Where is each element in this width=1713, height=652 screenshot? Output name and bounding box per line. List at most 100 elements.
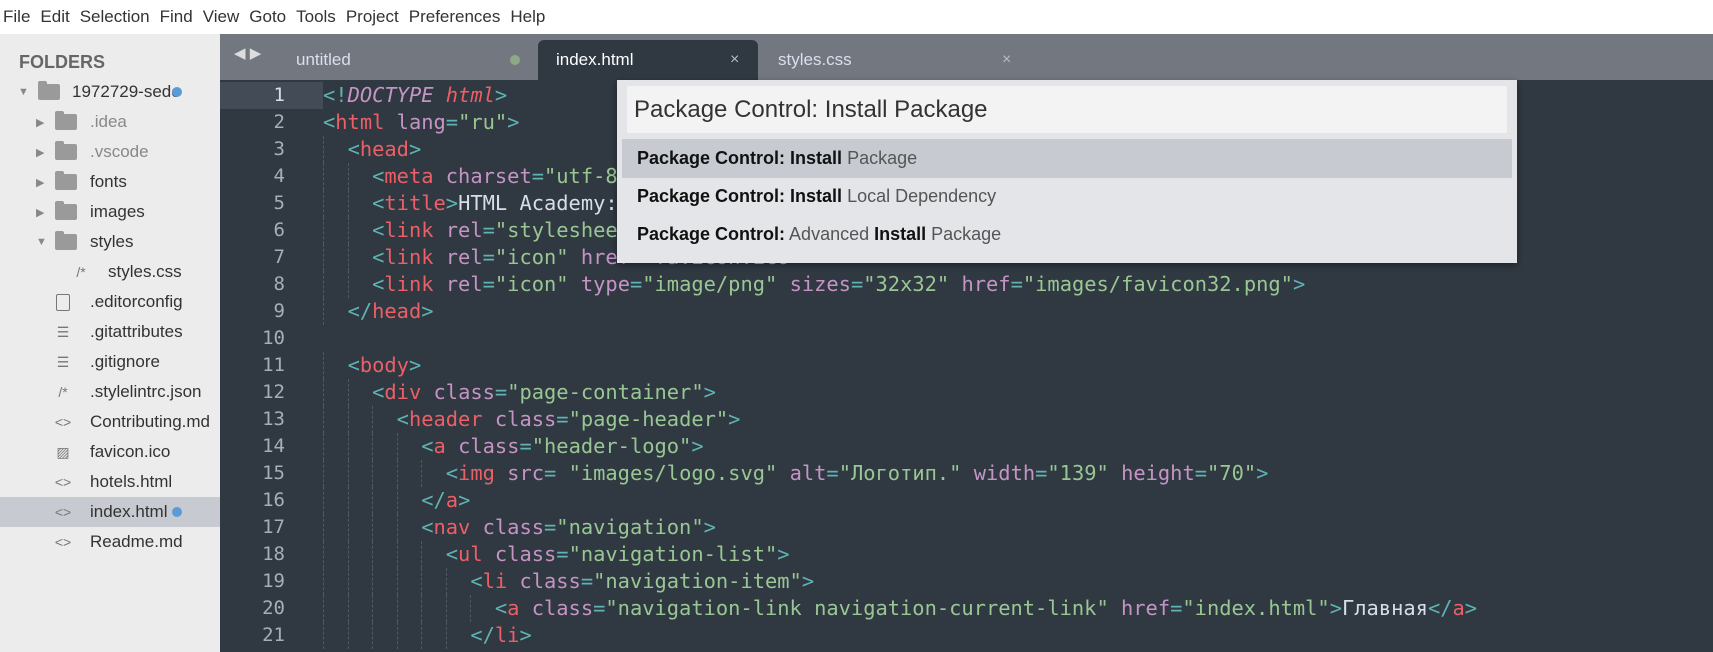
indent-guide xyxy=(347,271,349,298)
line-number: 5 xyxy=(273,192,285,214)
command-palette-result[interactable]: Package Control: Install Package xyxy=(622,139,1512,178)
chevron-right-icon[interactable]: ▶ xyxy=(36,146,44,159)
folder-icon xyxy=(55,141,77,161)
menu-edit[interactable]: Edit xyxy=(40,7,69,27)
sidebar-item[interactable]: ▼ styles xyxy=(0,227,220,257)
token-string: "ru" xyxy=(458,110,508,134)
sidebar-item[interactable]: ▼ 1972729-sedc xyxy=(0,77,220,107)
token-punct: = xyxy=(556,542,569,566)
sidebar-item[interactable]: ▨ favicon.ico xyxy=(0,437,220,467)
token-punct: < xyxy=(445,461,459,485)
token-punct: = xyxy=(482,272,495,296)
indent-guide xyxy=(421,460,423,487)
code-line: <li class="navigation-item"> xyxy=(323,568,814,595)
indent-guide xyxy=(323,622,324,649)
sidebar-item[interactable]: ▶ .vscode xyxy=(0,137,220,167)
menu-project[interactable]: Project xyxy=(346,7,399,27)
menu-help[interactable]: Help xyxy=(510,7,545,27)
token-tag: img xyxy=(458,461,495,485)
image-icon: ▨ xyxy=(56,443,70,460)
token-punct: = xyxy=(1170,596,1183,620)
indent-guide xyxy=(347,460,349,487)
tab-nav-arrows-icon[interactable]: ◀ ▶ xyxy=(234,44,261,62)
token-string: "images/logo.svg" xyxy=(568,461,778,485)
token-attribute: src xyxy=(507,461,545,485)
token-punct: > xyxy=(1292,272,1306,296)
menu-preferences[interactable]: Preferences xyxy=(409,7,501,27)
token-string: "image/png" xyxy=(642,272,778,296)
sidebar-item[interactable]: /* .stylelintrc.json xyxy=(0,377,220,407)
match-text: Package Control: xyxy=(637,224,786,244)
line-number: 13 xyxy=(262,408,285,430)
indent-guide xyxy=(323,460,324,487)
tab-index-html[interactable]: index.html × xyxy=(538,40,758,80)
menu-selection[interactable]: Selection xyxy=(80,7,150,27)
token-string: "navigation-item" xyxy=(593,569,802,593)
sidebar-item[interactable]: ▶ fonts xyxy=(0,167,220,197)
menu-find[interactable]: Find xyxy=(160,7,193,27)
code-line: <html lang="ru"> xyxy=(323,109,519,136)
indent-guide xyxy=(323,568,324,595)
folder-icon xyxy=(55,111,77,131)
token-punct: < xyxy=(445,542,459,566)
indent-guide xyxy=(445,622,447,649)
indent-guide xyxy=(372,595,374,622)
chevron-down-icon[interactable]: ▼ xyxy=(18,86,29,98)
indent-guide xyxy=(323,379,324,406)
sidebar-item[interactable]: ▶ images xyxy=(0,197,220,227)
token-punct: < xyxy=(372,218,385,242)
token-doctype: DOCTYPE xyxy=(347,83,434,107)
indent-guide xyxy=(372,460,374,487)
token-punct: > xyxy=(1464,596,1478,620)
folders-header: FOLDERS xyxy=(19,52,106,72)
token-punct: = xyxy=(445,110,459,134)
token-attribute: width xyxy=(973,461,1036,485)
match-text: Install xyxy=(874,224,927,244)
token-string: "index.html" xyxy=(1182,596,1330,620)
token-punct: = xyxy=(544,515,557,539)
tab-styles-css[interactable]: styles.css × xyxy=(760,40,1011,80)
sidebar-item[interactable]: ☰ .gitattributes xyxy=(0,317,220,347)
menu-tools[interactable]: Tools xyxy=(296,7,336,27)
close-tab-icon[interactable]: × xyxy=(1002,51,1011,69)
sidebar-item[interactable]: <> index.html xyxy=(0,497,220,527)
sidebar-item[interactable]: .editorconfig xyxy=(0,287,220,317)
sidebar-item-label: images xyxy=(90,202,145,221)
sidebar-item-label: .editorconfig xyxy=(90,292,183,311)
chevron-right-icon[interactable]: ▶ xyxy=(36,176,44,189)
tab-untitled[interactable]: untitled xyxy=(280,40,520,80)
menu-goto[interactable]: Goto xyxy=(249,7,286,27)
token-punct: = xyxy=(544,461,557,485)
menu-view[interactable]: View xyxy=(203,7,240,27)
close-tab-icon[interactable]: × xyxy=(730,51,739,69)
token-punct: > xyxy=(408,353,422,377)
sidebar-item[interactable]: <> hotels.html xyxy=(0,467,220,497)
sidebar-item[interactable]: /* styles.css xyxy=(0,257,220,287)
code-line: </a> xyxy=(323,487,470,514)
sidebar-item[interactable]: ☰ .gitignore xyxy=(0,347,220,377)
sidebar-item[interactable]: <> Readme.md xyxy=(0,527,220,557)
token-attribute: class xyxy=(494,407,557,431)
sidebar-item[interactable]: <> Contributing.md xyxy=(0,407,220,437)
token-tag: link xyxy=(384,272,434,296)
command-palette-input[interactable] xyxy=(627,86,1507,133)
token-string: "styleshee xyxy=(494,218,618,242)
chevron-right-icon[interactable]: ▶ xyxy=(36,206,44,219)
token-string: "header-logo" xyxy=(531,434,692,458)
command-palette-result[interactable]: Package Control: Install Local Dependenc… xyxy=(622,177,1512,216)
menu-file[interactable]: File xyxy=(3,7,30,27)
sidebar-item[interactable]: ▶ .idea xyxy=(0,107,220,137)
tab-label: styles.css xyxy=(778,50,852,69)
code-line: </li> xyxy=(323,622,532,649)
command-palette-result[interactable]: Package Control: Advanced Install Packag… xyxy=(622,215,1512,254)
chevron-right-icon[interactable]: ▶ xyxy=(36,116,44,129)
sidebar-item-label: styles.css xyxy=(108,262,182,281)
token-punct: > xyxy=(421,299,434,323)
token-punct: = xyxy=(494,380,508,404)
chevron-down-icon[interactable]: ▼ xyxy=(36,236,47,248)
